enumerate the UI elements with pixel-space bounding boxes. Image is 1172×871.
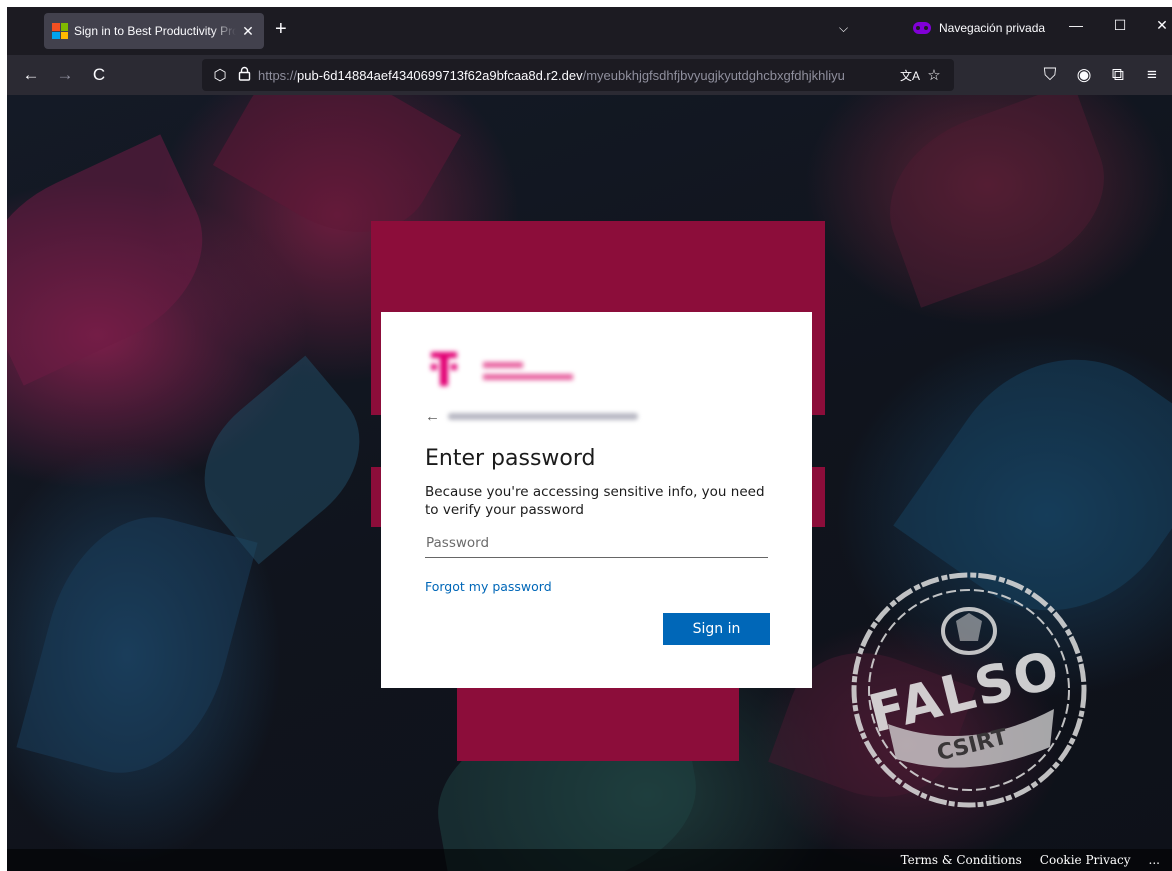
- active-tab[interactable]: Sign in to Best Productivity Products ✕: [44, 13, 264, 49]
- description-text: Because you're accessing sensitive info,…: [425, 484, 765, 518]
- falso-csirt-stamp: FALSO CSIRT: [851, 572, 1087, 808]
- microsoft-logo-icon: [52, 23, 68, 39]
- url-scheme: https://: [258, 67, 298, 83]
- foliage-leaf: [866, 95, 1128, 308]
- blurred-email: [448, 413, 638, 420]
- menu-icon[interactable]: ≡: [1140, 63, 1164, 87]
- tab-title: Sign in to Best Productivity Products: [74, 24, 236, 38]
- back-button[interactable]: ←: [19, 63, 43, 87]
- forward-button[interactable]: →: [53, 63, 77, 87]
- footer-more-button[interactable]: ...: [1149, 853, 1160, 867]
- extensions-icon[interactable]: ⧉: [1106, 63, 1130, 87]
- navigation-bar: ← → C ⬡ https://pub-6d14884aef4340699713…: [7, 55, 1172, 95]
- sign-in-button[interactable]: Sign in: [663, 613, 770, 645]
- browser-window: Sign in to Best Productivity Products ✕ …: [7, 7, 1172, 871]
- terms-link[interactable]: Terms & Conditions: [901, 853, 1022, 867]
- blurred-brand-logo: [431, 352, 581, 390]
- private-mask-icon: [913, 22, 931, 34]
- shield-icon[interactable]: ⬡: [210, 66, 230, 84]
- title-bar: Sign in to Best Productivity Products ✕ …: [7, 7, 1172, 55]
- forgot-password-link[interactable]: Forgot my password: [425, 579, 552, 594]
- page-footer: Terms & Conditions Cookie Privacy ...: [7, 849, 1172, 871]
- page-title: Enter password: [425, 446, 596, 471]
- bookmark-star-icon[interactable]: ☆: [922, 66, 946, 84]
- pocket-icon[interactable]: ⛉: [1038, 63, 1062, 87]
- url-host: pub-6d14884aef4340699713f62a9bfcaa8d.r2.…: [297, 67, 583, 83]
- url-bar[interactable]: ⬡ https://pub-6d14884aef4340699713f62a9b…: [202, 59, 954, 91]
- foliage-leaf: [16, 496, 258, 794]
- sign-in-card: ← Enter password Because you're accessin…: [381, 312, 812, 688]
- maximize-button[interactable]: ☐: [1105, 17, 1135, 34]
- account-icon[interactable]: ◉: [1072, 63, 1096, 87]
- identity-row[interactable]: ←: [425, 408, 638, 425]
- close-window-button[interactable]: ✕: [1147, 17, 1172, 34]
- password-input[interactable]: [425, 528, 768, 558]
- reload-button[interactable]: C: [87, 63, 111, 87]
- foliage-leaf: [7, 134, 233, 386]
- url-text[interactable]: https://pub-6d14884aef4340699713f62a9bfc…: [258, 68, 898, 83]
- chevron-down-icon[interactable]: ⌵: [839, 21, 848, 36]
- private-label: Navegación privada: [939, 21, 1046, 35]
- minimize-button[interactable]: —: [1061, 17, 1091, 33]
- private-browsing-indicator: Navegación privada: [913, 21, 1045, 35]
- lock-icon[interactable]: [234, 66, 254, 85]
- back-arrow-icon[interactable]: ←: [425, 408, 440, 425]
- tab-close-icon[interactable]: ✕: [240, 23, 256, 40]
- url-path: /myeubkhjgfsdhfjbvyugjkyutdghcbxgfdhjkhl…: [582, 67, 845, 83]
- new-tab-button[interactable]: +: [275, 19, 287, 39]
- page-background: ← Enter password Because you're accessin…: [7, 95, 1172, 871]
- cookie-privacy-link[interactable]: Cookie Privacy: [1040, 853, 1131, 867]
- translate-icon[interactable]: 文A: [898, 67, 922, 84]
